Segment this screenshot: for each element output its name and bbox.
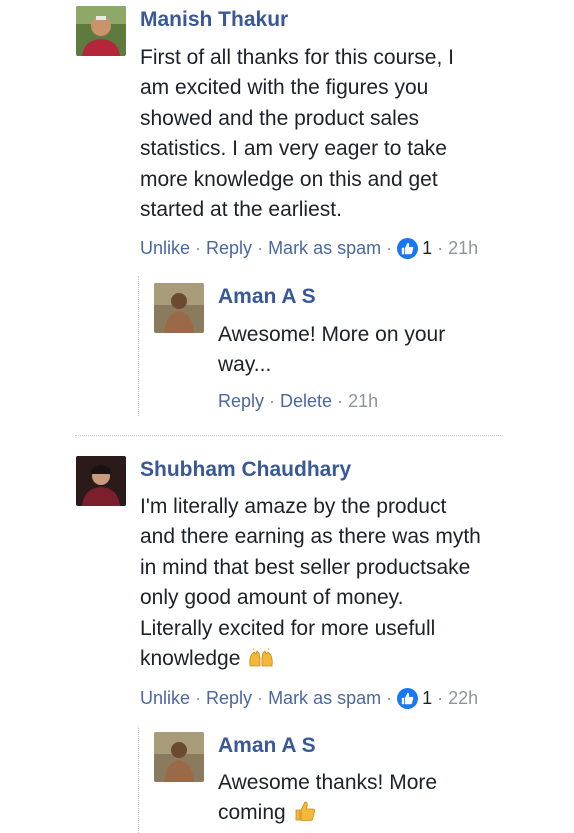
avatar[interactable] [154, 732, 204, 782]
reply-thread-line [138, 276, 139, 416]
comment-actions: Unlike · Reply · Mark as spam · 1 · 22h [140, 688, 479, 709]
reply-text: Awesome thanks! More coming [218, 768, 508, 832]
comment-author[interactable]: Manish Thakur [140, 8, 288, 32]
reply-author[interactable]: Aman A S [218, 734, 316, 758]
avatar[interactable] [76, 456, 126, 506]
comments-thread: Manish Thakur First of all thanks for th… [0, 0, 574, 833]
reply-link[interactable]: Reply [206, 238, 252, 259]
reply-actions: Reply · Delete · 21h [218, 391, 379, 412]
reply-link[interactable]: Reply [206, 688, 252, 709]
like-count[interactable]: 1 [422, 238, 432, 259]
reply-author[interactable]: Aman A S [218, 285, 316, 309]
comment-actions: Unlike · Reply · Mark as spam · 1 · 21h [140, 238, 479, 259]
comment-author[interactable]: Shubham Chaudhary [140, 458, 351, 482]
like-count[interactable]: 1 [422, 688, 432, 709]
thumbs-up-emoji [294, 800, 316, 831]
unlike-link[interactable]: Unlike [140, 688, 190, 709]
comment-text: First of all thanks for this course, I a… [140, 46, 454, 222]
comment-divider [75, 435, 501, 436]
mark-as-spam-link[interactable]: Mark as spam [268, 688, 381, 709]
timestamp[interactable]: 21h [448, 238, 478, 259]
unlike-link[interactable]: Unlike [140, 238, 190, 259]
reply-text: Awesome! More on your way... [218, 323, 446, 377]
reply-thread-line [138, 726, 139, 833]
timestamp[interactable]: 21h [348, 391, 378, 412]
avatar[interactable] [154, 283, 204, 333]
delete-link[interactable]: Delete [280, 391, 332, 412]
mark-as-spam-link[interactable]: Mark as spam [268, 238, 381, 259]
timestamp[interactable]: 22h [448, 688, 478, 709]
like-icon[interactable] [397, 688, 419, 709]
reply-link[interactable]: Reply [218, 391, 264, 412]
like-icon[interactable] [397, 238, 419, 259]
raising-hands-emoji [248, 647, 274, 677]
comment-text: I'm literally amaze by the product and t… [140, 492, 520, 677]
avatar[interactable] [76, 6, 126, 56]
